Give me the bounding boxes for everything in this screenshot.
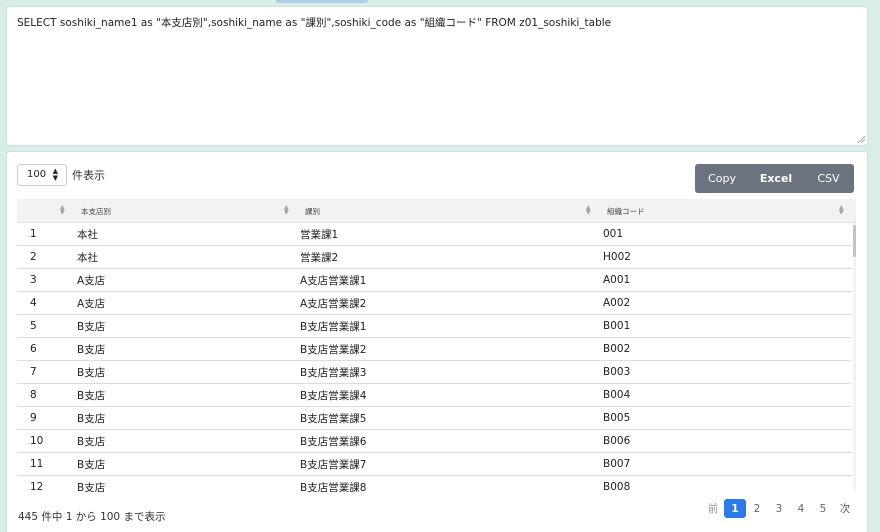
column-header-branch[interactable]: 本支店別 ▲ ▼ <box>81 199 291 223</box>
code-cell: B001 <box>603 320 631 332</box>
section-cell: 営業課1 <box>300 228 339 241</box>
table-row[interactable]: 9 B支店 B支店営業課5 B005 <box>17 407 851 430</box>
code-cell: B005 <box>603 412 631 424</box>
row-index: 8 <box>30 389 37 401</box>
table-row[interactable]: 6 B支店 B支店営業課2 B002 <box>17 338 851 361</box>
branch-cell: B支店 <box>77 343 106 356</box>
row-index: 7 <box>30 366 37 378</box>
table-row[interactable]: 2 本社 営業課2 H002 <box>17 246 851 269</box>
page-length-value: 100 <box>27 169 47 180</box>
table-row[interactable]: 7 B支店 B支店営業課3 B003 <box>17 361 851 384</box>
section-cell: 営業課2 <box>300 251 339 264</box>
branch-cell: B支店 <box>77 412 106 425</box>
branch-cell: 本社 <box>77 251 98 264</box>
pagination-page-2[interactable]: 2 <box>746 499 768 518</box>
pagination-page-4[interactable]: 4 <box>790 499 812 518</box>
export-button-group: Copy Excel CSV <box>695 164 854 193</box>
branch-cell: A支店 <box>77 297 106 310</box>
table-header-row: ▲ ▼ 本支店別 ▲ ▼ 課別 ▲ ▼ 組織コード ▲ ▼ <box>17 199 856 223</box>
table-row[interactable]: 10 B支店 B支店営業課6 B006 <box>17 430 851 453</box>
pagination-page-5[interactable]: 5 <box>812 499 834 518</box>
code-cell: B004 <box>603 389 631 401</box>
branch-cell: B支店 <box>77 366 106 379</box>
csv-button[interactable]: CSV <box>803 164 854 193</box>
column-header-index[interactable]: ▲ ▼ <box>17 199 71 223</box>
row-index: 1 <box>30 228 37 240</box>
branch-cell: B支店 <box>77 435 106 448</box>
section-cell: A支店営業課1 <box>300 274 367 287</box>
section-cell: B支店営業課4 <box>300 389 367 402</box>
sql-query-text: SELECT soshiki_name1 as "本支店別",soshiki_n… <box>17 17 612 29</box>
section-cell: A支店営業課2 <box>300 297 367 310</box>
table-info-text: 445 件中 1 から 100 まで表示 <box>18 511 166 523</box>
row-index: 6 <box>30 343 37 355</box>
select-arrows-icon: ▲ ▼ <box>52 167 58 182</box>
table-body: 1 本社 営業課1 001 2 本社 営業課2 H002 3 A支店 A支店営業… <box>17 223 851 492</box>
column-header-label: 課別 <box>305 206 320 216</box>
table-row[interactable]: 11 B支店 B支店営業課7 B007 <box>17 453 851 476</box>
table-row[interactable]: 5 B支店 B支店営業課1 B001 <box>17 315 851 338</box>
table-row[interactable]: 12 B支店 B支店営業課8 B008 <box>17 476 851 492</box>
resize-grip-icon[interactable] <box>857 135 866 144</box>
sql-query-textarea[interactable]: SELECT soshiki_name1 as "本支店別",soshiki_n… <box>6 6 868 146</box>
branch-cell: B支店 <box>77 320 106 333</box>
sort-icon: ▲ ▼ <box>60 204 65 216</box>
column-header-label: 組織コード <box>607 206 645 216</box>
table-row[interactable]: 4 A支店 A支店営業課2 A002 <box>17 292 851 315</box>
branch-cell: B支店 <box>77 389 106 402</box>
page-length-select[interactable]: 100 ▲ ▼ <box>17 164 67 186</box>
branch-cell: 本社 <box>77 228 98 241</box>
sort-icon: ▲ ▼ <box>284 204 289 216</box>
code-cell: B006 <box>603 435 631 447</box>
column-header-code[interactable]: 組織コード ▲ ▼ <box>607 199 856 223</box>
section-cell: B支店営業課1 <box>300 320 367 333</box>
row-index: 12 <box>30 481 44 492</box>
section-cell: B支店営業課3 <box>300 366 367 379</box>
code-cell: A002 <box>603 297 631 309</box>
code-cell: B002 <box>603 343 631 355</box>
pagination-page-1[interactable]: 1 <box>724 499 746 518</box>
code-cell: B007 <box>603 458 631 470</box>
column-header-label: 本支店別 <box>81 206 111 216</box>
branch-cell: B支店 <box>77 481 106 493</box>
section-cell: B支店営業課7 <box>300 458 367 471</box>
table-row[interactable]: 1 本社 営業課1 001 <box>17 223 851 246</box>
section-cell: B支店営業課5 <box>300 412 367 425</box>
table-scrollbar-track[interactable] <box>853 223 856 492</box>
table-scrollbar-thumb[interactable] <box>853 225 856 257</box>
excel-button[interactable]: Excel <box>749 164 803 193</box>
branch-cell: A支店 <box>77 274 106 287</box>
row-index: 3 <box>30 274 37 286</box>
code-cell: H002 <box>603 251 631 263</box>
code-cell: A001 <box>603 274 631 286</box>
section-cell: B支店営業課8 <box>300 481 367 493</box>
row-index: 9 <box>30 412 37 424</box>
code-cell: B003 <box>603 366 631 378</box>
copy-button[interactable]: Copy <box>695 164 749 193</box>
sort-icon: ▲ ▼ <box>586 204 591 216</box>
row-index: 10 <box>30 435 44 447</box>
table-row[interactable]: 3 A支店 A支店営業課1 A001 <box>17 269 851 292</box>
row-index: 4 <box>30 297 37 309</box>
page-length-label: 件表示 <box>72 169 105 182</box>
sort-icon: ▲ ▼ <box>839 204 844 216</box>
section-cell: B支店営業課6 <box>300 435 367 448</box>
results-panel: 100 ▲ ▼ 件表示 Copy Excel CSV ▲ ▼ 本支店別 ▲ ▼ 課別 … <box>6 151 868 532</box>
row-index: 11 <box>30 458 44 470</box>
section-cell: B支店営業課2 <box>300 343 367 356</box>
pagination-next-button[interactable]: 次 <box>834 499 856 518</box>
results-table: ▲ ▼ 本支店別 ▲ ▼ 課別 ▲ ▼ 組織コード ▲ ▼ 1 本社 営業課1 001 <box>17 199 856 492</box>
pagination: 前 1 2 3 4 5 次 <box>702 499 856 518</box>
branch-cell: B支店 <box>77 458 106 471</box>
row-index: 2 <box>30 251 37 263</box>
column-header-section[interactable]: 課別 ▲ ▼ <box>305 199 600 223</box>
pagination-prev-button[interactable]: 前 <box>702 499 724 518</box>
row-index: 5 <box>30 320 37 332</box>
code-cell: B008 <box>603 481 631 492</box>
table-row[interactable]: 8 B支店 B支店営業課4 B004 <box>17 384 851 407</box>
pagination-page-3[interactable]: 3 <box>768 499 790 518</box>
top-tab-indicator <box>276 0 368 3</box>
code-cell: 001 <box>603 228 624 240</box>
